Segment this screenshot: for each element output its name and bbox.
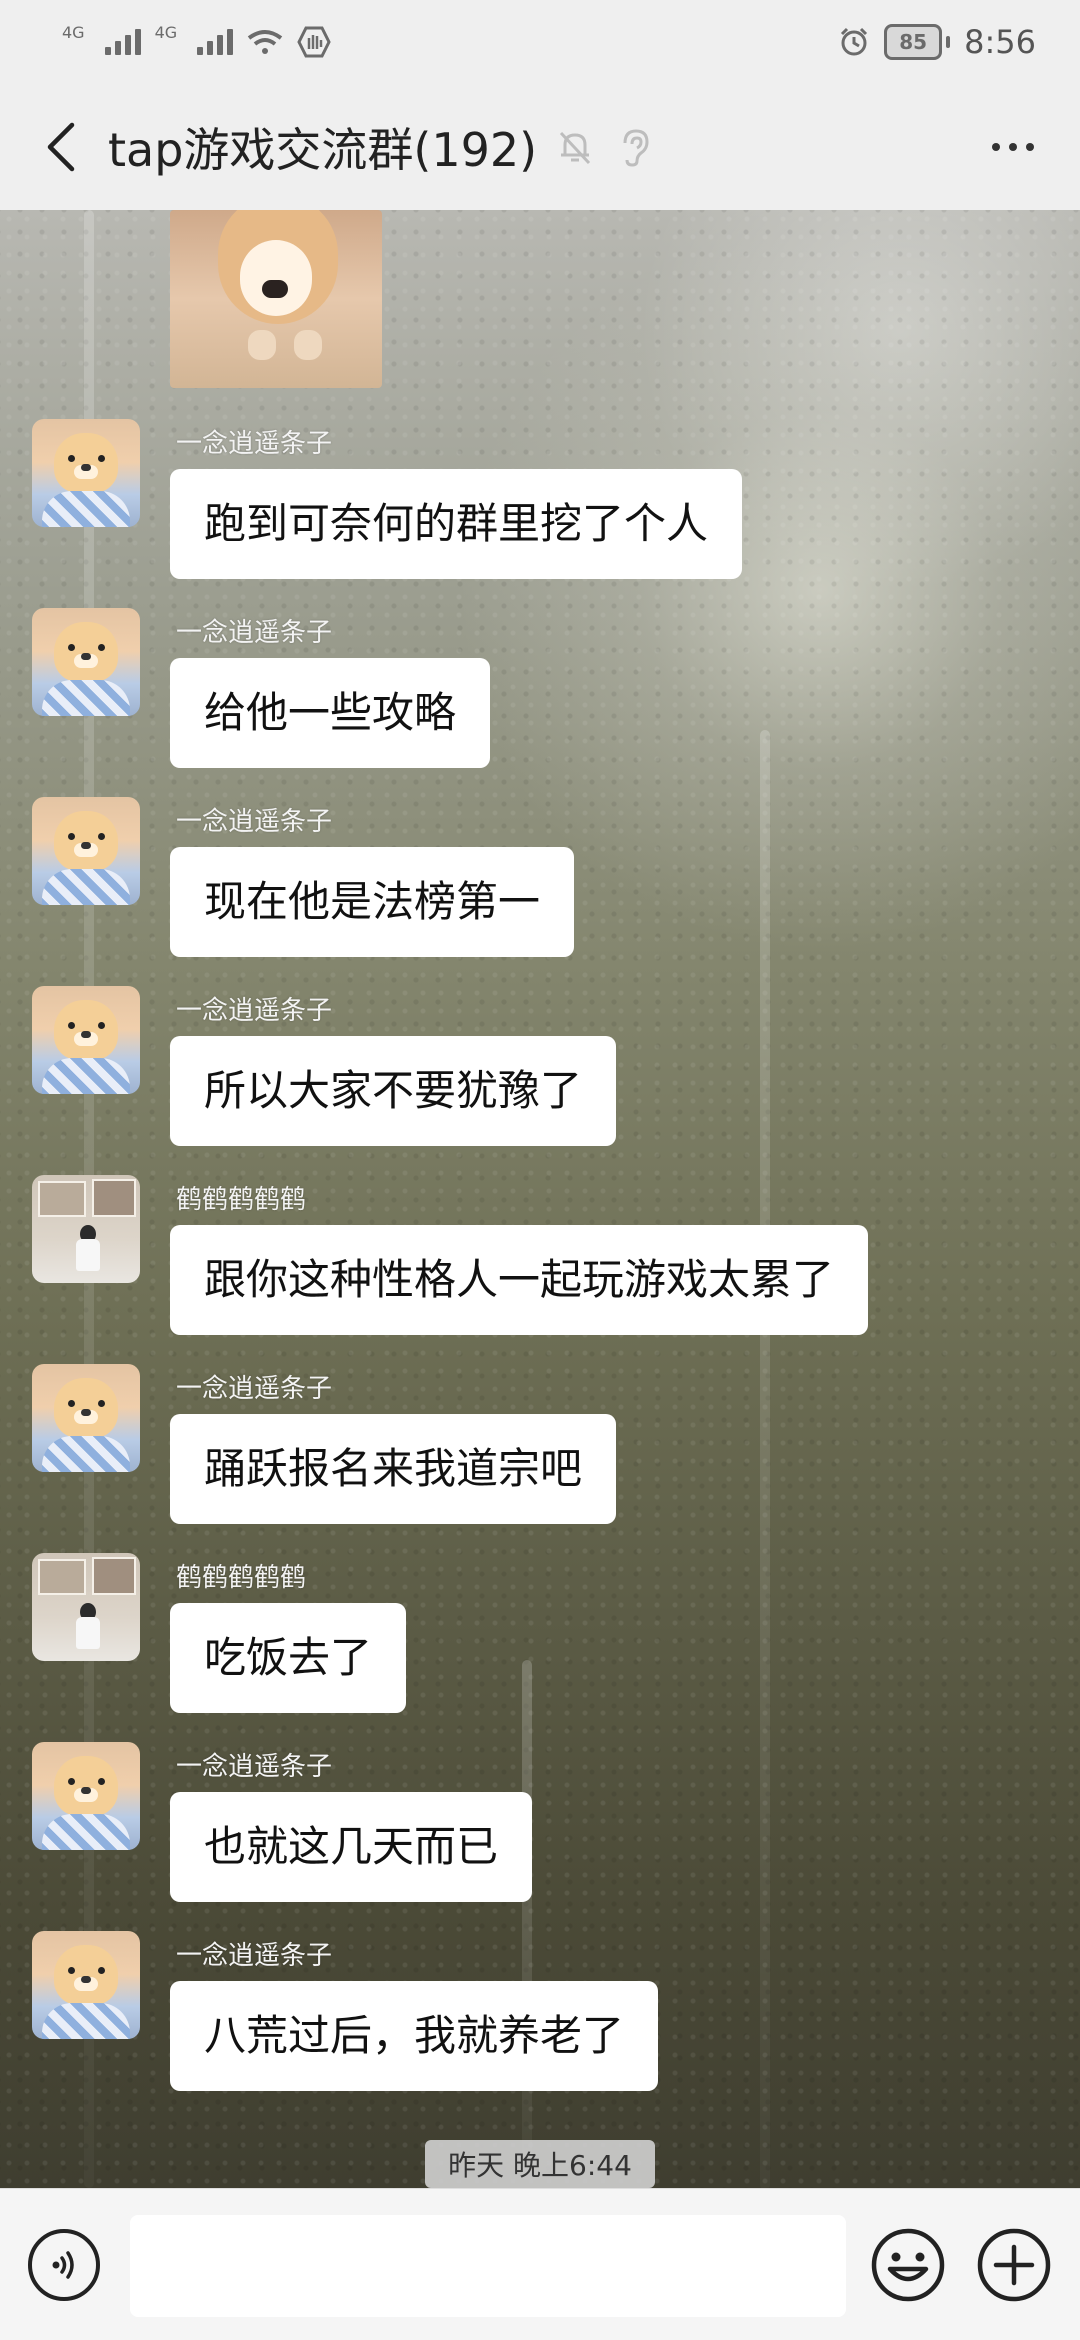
message-bubble[interactable]: 跑到可奈何的群里挖了个人 (170, 469, 743, 579)
avatar[interactable] (32, 1364, 140, 1472)
clock: 8:56 (964, 23, 1036, 61)
message-bubble[interactable]: 现在他是法榜第一 (170, 847, 575, 957)
ear-icon (613, 125, 657, 169)
wifi-icon (247, 30, 283, 54)
voice-button[interactable] (28, 2229, 100, 2301)
sender-name: 一念逍遥条子 (176, 429, 333, 459)
hand-icon (297, 26, 331, 58)
avatar[interactable] (32, 1175, 140, 1283)
battery-level: 85 (884, 24, 943, 60)
message-bubble[interactable]: 也就这几天而已 (170, 1792, 533, 1902)
plus-icon (977, 2228, 1051, 2302)
emoji-button[interactable] (870, 2227, 946, 2303)
avatar[interactable] (32, 419, 140, 527)
sender-name: 一念逍遥条子 (176, 1752, 333, 1782)
message-bubble[interactable]: 八荒过后，我就养老了 (170, 1981, 659, 2091)
add-button[interactable] (976, 2227, 1052, 2303)
emoji-icon (871, 2228, 945, 2302)
back-button[interactable] (34, 115, 88, 179)
network-type-2: 4G (154, 22, 178, 42)
signal-icon (104, 29, 141, 55)
image-message[interactable] (170, 210, 382, 388)
chat-title[interactable]: tap游戏交流群(192) (108, 114, 537, 180)
voice-icon (52, 2251, 74, 2279)
sender-name: 鹤鹤鹤鹤鹤 (176, 1563, 307, 1593)
chat-screen: 4G 4G 85 8:56 tap游戏交流群(192) 一念逍遥条子 跑到可奈何… (0, 0, 1080, 2340)
message-input[interactable] (130, 2215, 846, 2317)
avatar[interactable] (32, 1931, 140, 2039)
avatar[interactable] (32, 797, 140, 905)
chat-header: tap游戏交流群(192) (0, 84, 1080, 210)
sender-name: 一念逍遥条子 (176, 807, 333, 837)
battery-tip (946, 36, 951, 48)
time-separator: 昨天 晚上6:44 (425, 2140, 655, 2188)
sender-name: 一念逍遥条子 (176, 1941, 333, 1971)
battery-indicator: 85 (884, 24, 951, 60)
more-options-button[interactable] (978, 124, 1048, 170)
sender-name: 一念逍遥条子 (176, 996, 333, 1026)
network-type-1: 4G (62, 22, 85, 42)
message-bubble[interactable]: 所以大家不要犹豫了 (170, 1036, 617, 1146)
input-bar (0, 2188, 1080, 2340)
sender-name: 一念逍遥条子 (176, 618, 333, 648)
avatar[interactable] (32, 986, 140, 1094)
avatar[interactable] (32, 608, 140, 716)
sender-name: 一念逍遥条子 (176, 1374, 333, 1404)
status-bar: 4G 4G 85 8:56 (0, 0, 1080, 84)
signal-icon-2 (197, 29, 234, 55)
message-bubble[interactable]: 给他一些攻略 (170, 658, 491, 768)
message-bubble[interactable]: 吃饭去了 (170, 1603, 407, 1713)
sender-name: 鹤鹤鹤鹤鹤 (176, 1185, 307, 1215)
mute-bell-icon (553, 125, 597, 169)
alarm-icon (841, 27, 868, 56)
chevron-left-icon (47, 122, 75, 172)
avatar[interactable] (32, 1553, 140, 1661)
avatar[interactable] (32, 1742, 140, 1850)
message-bubble[interactable]: 跟你这种性格人一起玩游戏太累了 (170, 1225, 869, 1335)
message-bubble[interactable]: 踊跃报名来我道宗吧 (170, 1414, 617, 1524)
